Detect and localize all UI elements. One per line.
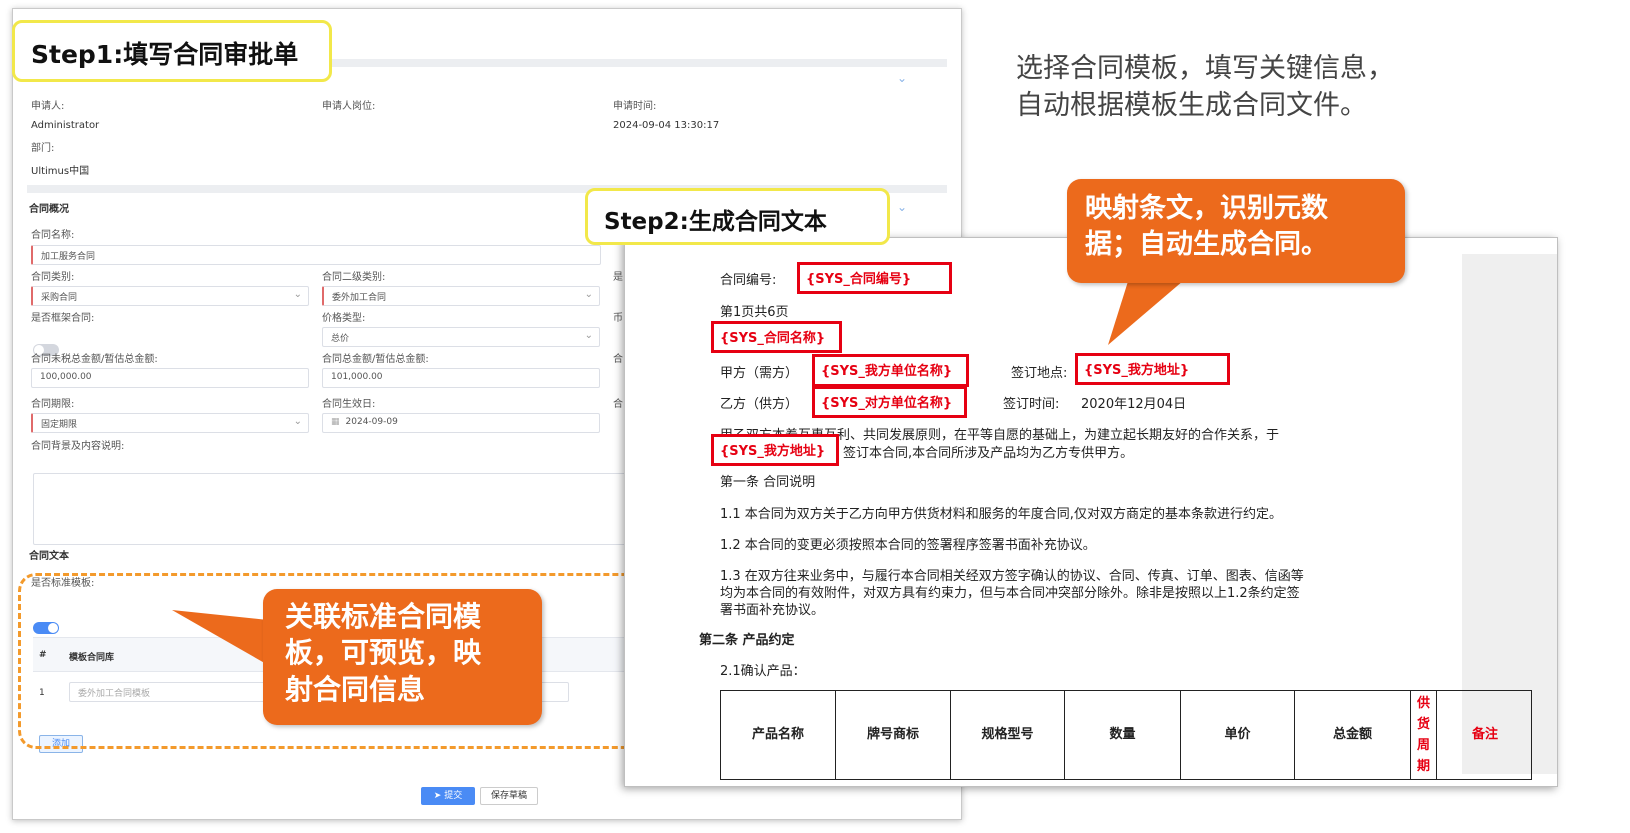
page-info: 第1页共6页 [720, 305, 789, 320]
placeholder-contract-name: {SYS_合同名称} [711, 321, 842, 353]
paragraph: 签订本合同,本合同所涉及产品均为乙方专供甲方。 [843, 446, 1134, 461]
applicant-label: 申请人: [31, 101, 65, 112]
callout-line: 映射条文，识别元数 [1085, 193, 1328, 224]
amount-total-input[interactable]: 101,000.00 [322, 368, 600, 388]
supply-cycle-char: 周 [1416, 738, 1430, 753]
applicant-value: Administrator [31, 120, 100, 131]
background-label: 合同背景及内容说明: [31, 441, 125, 452]
price-type-select[interactable]: 总价 ⌄ [322, 327, 600, 347]
amount-total-value: 101,000.00 [331, 372, 383, 382]
contract-name-value: 加工服务合同 [41, 252, 96, 262]
chevron-down-icon: ⌄ [584, 330, 593, 341]
amount-total-label: 合同总金额/暂估总金额: [322, 354, 429, 365]
description: 选择合同模板，填写关键信息， 自动根据模板生成合同文件。 [1016, 50, 1394, 124]
contract-subtype-label: 合同二级类别: [322, 272, 386, 283]
description-line: 选择合同模板，填写关键信息， [1016, 53, 1394, 84]
price-type-value: 总价 [331, 334, 350, 344]
amount-excl-value: 100,000.00 [40, 372, 92, 382]
contract-type-value: 采购合同 [41, 293, 78, 303]
effective-date-value: 2024-09-09 [345, 417, 398, 427]
chevron-down-icon: ⌄ [293, 289, 302, 300]
period-label: 合同期限: [31, 399, 75, 410]
contract-no-label: 合同编号: [720, 273, 777, 288]
price-type-label: 价格类型: [322, 313, 366, 324]
step2-label: Step2:生成合同文本 [585, 188, 890, 245]
dept-value: Ultimus中国 [31, 166, 90, 177]
table-header-cell: 总金额 [1295, 691, 1411, 779]
placeholder-our-unit: {SYS_我方单位名称} [812, 354, 969, 387]
slide: ⌄ 申请人: 申请人岗位: 申请时间: Administrator 2024-0… [0, 0, 1630, 833]
supply-cycle-char: 期 [1416, 759, 1430, 774]
col3-label: 合 [613, 399, 623, 410]
table-header-cell: 牌号商标 [836, 691, 951, 779]
contract-name-input[interactable]: 加工服务合同 [31, 245, 601, 265]
chevron-down-icon[interactable]: ⌄ [897, 71, 907, 85]
apply-time-value: 2024-09-04 13:30:17 [613, 120, 720, 131]
sign-time-value: 2020年12月04日 [1081, 397, 1187, 412]
supply-cycle-char: 供 [1416, 696, 1430, 711]
callout-template-link: 关联标准合同模 板，可预览，映 射合同信息 [263, 589, 542, 725]
party-a-label: 甲方（需方） [720, 366, 799, 381]
placeholder-other-unit: {SYS_对方单位名称} [812, 386, 967, 418]
sign-place-label: 签订地点: [1011, 366, 1068, 381]
clause: 署书面补充协议。 [720, 603, 825, 618]
table-header-cell: 产品名称 [721, 691, 836, 779]
save-draft-button[interactable]: 保存草稿 [480, 787, 538, 805]
amount-excl-label: 合同未税总金额/暂估总金额: [31, 354, 158, 365]
effective-date-picker[interactable]: ▦ 2024-09-09 [322, 413, 600, 433]
table-header-cell: 数量 [1065, 691, 1181, 779]
clause: 1.1 本合同为双方关于乙方向甲方供货材料和服务的年度合同,仅对双方商定的基本条… [720, 507, 1282, 522]
supply-cycle-cell: 供货周期 [1411, 691, 1437, 779]
submit-button[interactable]: ➤ 提交 [421, 787, 475, 805]
callout-metadata-mapping: 映射条文，识别元数 据；自动生成合同。 [1067, 179, 1405, 283]
period-value: 固定期限 [41, 420, 78, 430]
col3-label: 是 [613, 272, 623, 283]
framework-label: 是否框架合同: [31, 313, 95, 324]
contract-type-label: 合同类别: [31, 272, 75, 283]
callout-line: 据；自动生成合同。 [1085, 229, 1328, 261]
position-label: 申请人岗位: [322, 101, 376, 112]
party-b-label: 乙方（供方） [720, 397, 799, 412]
contract-text-section-title: 合同文本 [29, 551, 69, 562]
submit-label: 提交 [444, 791, 463, 801]
clause: 2.1确认产品： [720, 664, 806, 679]
article-heading: 第一条 合同说明 [720, 475, 816, 490]
dept-label: 部门: [31, 143, 55, 154]
effective-date-label: 合同生效日: [322, 399, 376, 410]
sign-time-label: 签订时间: [1003, 397, 1060, 412]
col3-label: 币 [613, 313, 623, 324]
clause: 1.2 本合同的变更必须按照本合同的签署程序签署书面补充协议。 [720, 538, 1096, 553]
amount-excl-input[interactable]: 100,000.00 [31, 368, 309, 388]
placeholder-our-address: {SYS_我方地址} [1075, 353, 1230, 385]
apply-time-label: 申请时间: [613, 101, 657, 112]
overview-section-title: 合同概况 [29, 204, 69, 215]
chevron-down-icon: ⌄ [293, 416, 302, 427]
remark-cell: 备注 [1471, 727, 1498, 742]
callout-line: 关联标准合同模 [285, 600, 482, 633]
article-heading: 第二条 产品约定 [699, 633, 795, 648]
chevron-down-icon[interactable]: ⌄ [897, 200, 907, 214]
table-header-cell: 单价 [1181, 691, 1295, 779]
col3-label: 合 [613, 354, 623, 365]
chevron-down-icon: ⌄ [584, 289, 593, 300]
description-line: 自动根据模板生成合同文件。 [1016, 90, 1367, 121]
contract-subtype-select[interactable]: 委外加工合同 ⌄ [322, 286, 600, 306]
callout-line: 射合同信息 [285, 672, 426, 706]
table-header-cell: 规格型号 [951, 691, 1065, 779]
contract-type-select[interactable]: 采购合同 ⌄ [31, 286, 309, 306]
supply-cycle-char: 货 [1416, 717, 1430, 732]
placeholder-contract-no: {SYS_合同编号} [797, 262, 952, 294]
product-table: 产品名称 牌号商标 规格型号 数量 单价 总金额 供货周期 备注 [720, 690, 1532, 780]
send-icon: ➤ [433, 791, 445, 801]
generated-contract-document: 合同编号: {SYS_合同编号} 第1页共6页 {SYS_合同名称} 甲方（需方… [624, 237, 1558, 787]
period-select[interactable]: 固定期限 ⌄ [31, 413, 309, 433]
step1-label: Step1:填写合同审批单 [12, 20, 332, 82]
callout-line: 板，可预览，映 [285, 636, 482, 670]
contract-name-label: 合同名称: [31, 230, 75, 241]
calendar-icon: ▦ [331, 417, 340, 427]
placeholder-our-address: {SYS_我方地址} [711, 434, 839, 466]
contract-subtype-value: 委外加工合同 [332, 293, 387, 303]
